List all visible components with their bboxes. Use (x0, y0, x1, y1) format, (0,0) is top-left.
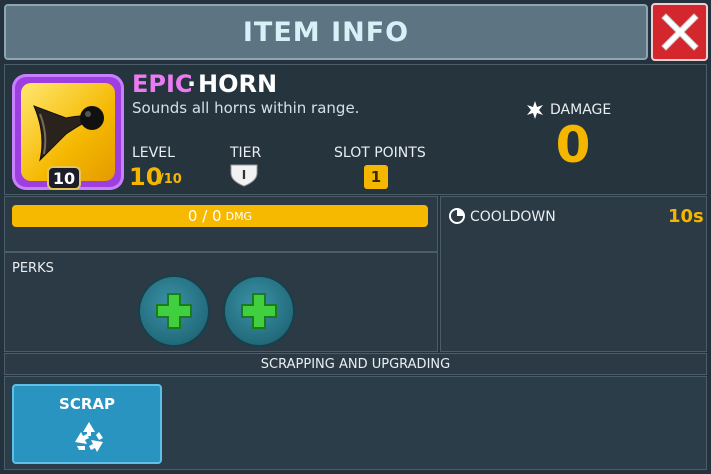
scrap-button[interactable]: SCRAP (12, 384, 162, 464)
tier-badge: I (229, 163, 259, 187)
perks-panel (4, 252, 438, 352)
item-description: Sounds all horns within range. (132, 99, 360, 117)
tier-label: TIER (230, 145, 262, 161)
damage-icon (526, 101, 544, 123)
cooldown-icon (449, 208, 465, 228)
item-info-screen: ITEM INFO 10 EPIC · HORN Sounds all horn… (0, 0, 711, 474)
scrapping-header: SCRAPPING AND UPGRADING (4, 353, 707, 375)
cooldown-value: 10s (668, 206, 704, 227)
perk-slot-2-button[interactable] (225, 277, 293, 345)
level-label: LEVEL (132, 145, 175, 161)
slot-points-label: SLOT POINTS (334, 145, 426, 161)
scrap-label: SCRAP (59, 395, 115, 413)
level-max: /10 (159, 172, 182, 187)
cooldown-label: COOLDOWN (470, 209, 556, 225)
damage-value: 0 (555, 116, 591, 174)
title-separator: · (187, 70, 197, 98)
level-value: 10 (129, 163, 163, 191)
progress-unit: DMG (225, 209, 253, 223)
item-level-badge: 10 (47, 166, 81, 190)
tier-value: I (242, 168, 246, 182)
progress-text: 0 / 0 DMG (12, 205, 428, 227)
horn-icon (33, 105, 104, 162)
plus-icon (241, 293, 277, 329)
progress-value: 0 / 0 (187, 207, 222, 225)
perk-slot-1-button[interactable] (140, 277, 208, 345)
close-icon (660, 13, 699, 51)
item-name: HORN (198, 70, 278, 98)
plus-icon (156, 293, 192, 329)
perks-label: PERKS (12, 261, 54, 276)
header-bar: ITEM INFO (4, 4, 648, 60)
slot-points-value: 1 (364, 165, 388, 189)
recycle-icon (75, 422, 103, 452)
tier-shield-icon: I (230, 164, 258, 187)
page-title: ITEM INFO (242, 16, 410, 48)
close-button[interactable] (651, 3, 708, 61)
item-rarity: EPIC (132, 70, 193, 98)
